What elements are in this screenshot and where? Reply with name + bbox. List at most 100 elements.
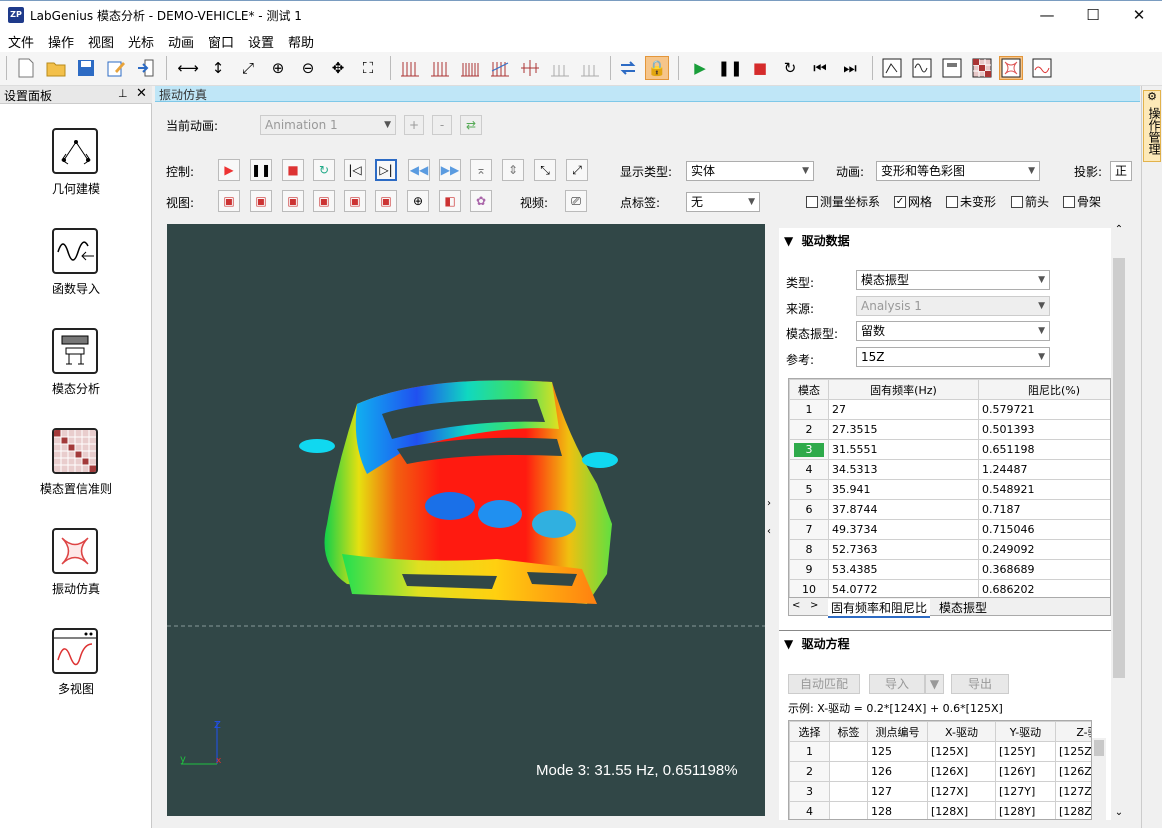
drive-equation-header[interactable]: ▼ 驱动方程 (784, 635, 850, 652)
cursor-disabled-icon[interactable] (548, 56, 572, 80)
skeleton-checkbox[interactable]: 骨架 (1063, 193, 1101, 210)
menu-window[interactable]: 窗口 (208, 32, 234, 51)
mac-tool-icon[interactable] (970, 56, 994, 80)
table-row[interactable]: 2126[126X][126Y][126Z] (789, 761, 1091, 782)
table-row[interactable]: 4128[128X][128Y][128Z] (789, 801, 1091, 819)
drive-data-header[interactable]: ▼ 驱动数据 (784, 232, 850, 249)
col-z-drive[interactable]: Z-驱 (1055, 721, 1091, 742)
collapse-right-icon[interactable]: › (767, 498, 771, 509)
panel-splitter[interactable] (766, 224, 778, 820)
menu-operate[interactable]: 操作 (48, 32, 74, 51)
nav-modal-analysis[interactable]: 模态分析 (0, 328, 152, 424)
fit-view-icon[interactable]: ⛶ (356, 56, 380, 80)
nav-vibration-sim[interactable]: 振动仿真 (0, 528, 152, 624)
pan-icon[interactable]: ✥ (326, 56, 350, 80)
import-dropdown-icon[interactable]: ▼ (925, 674, 944, 694)
stop-control-icon[interactable]: ■ (282, 159, 304, 181)
arrow-checkbox[interactable]: 箭头 (1011, 193, 1049, 210)
mode-shape-select[interactable]: 留数 ▼ (856, 321, 1050, 341)
projection-select[interactable]: 正 (1110, 161, 1132, 181)
remove-animation-button[interactable]: - (432, 115, 452, 135)
current-animation-select[interactable]: Animation 1 ▼ (260, 115, 396, 135)
decrease-amplitude-icon[interactable]: ⌅ (470, 159, 492, 181)
menu-help[interactable]: 帮助 (288, 32, 314, 51)
col-y-drive[interactable]: Y-驱动 (995, 721, 1056, 742)
undeformed-checkbox[interactable]: 未变形 (946, 193, 996, 210)
view-top-icon[interactable]: ▣ (344, 190, 366, 212)
col-label[interactable]: 标签 (829, 721, 868, 742)
col-mode[interactable]: 模态 (789, 379, 829, 400)
faster-control-icon[interactable]: ▶▶ (439, 159, 461, 181)
view-right-icon[interactable]: ▣ (313, 190, 335, 212)
first-frame-control-icon[interactable]: |◁ (344, 159, 366, 181)
refresh-animation-button[interactable]: ⇄ (460, 115, 482, 135)
equation-table[interactable]: 选择标签测点编号X-驱动Y-驱动Z-驱 1125[125X][125Y][125… (788, 720, 1092, 820)
function-tool-icon[interactable] (910, 56, 934, 80)
operation-manager-tab[interactable]: ⚙ 操作管理 (1143, 90, 1161, 162)
nav-mac[interactable]: 模态置信准则 (0, 428, 152, 524)
loop-control-icon[interactable]: ↻ (313, 159, 335, 181)
table-row[interactable]: 6 37.8744 0.7187 (789, 499, 1110, 520)
loop-icon[interactable]: ↻ (778, 56, 802, 80)
nav-function-import[interactable]: 函数导入 (0, 228, 152, 324)
scroll-thumb[interactable] (1113, 258, 1125, 678)
slower-control-icon[interactable]: ◀◀ (408, 159, 430, 181)
table-row[interactable]: 4 34.5313 1.24487 (789, 459, 1110, 480)
edit-icon[interactable] (104, 56, 128, 80)
view-color-icon[interactable]: ✿ (470, 190, 492, 212)
menu-animation[interactable]: 动画 (168, 32, 194, 51)
cross-cursor-icon[interactable] (518, 56, 542, 80)
nav-multi-view[interactable]: 多视图 (0, 628, 152, 724)
mode-table[interactable]: 模态 固有频率(Hz) 阻尼比(%) 1 27 0.579721 2 27.3515 0.5… (788, 378, 1111, 598)
close-button[interactable]: ✕ (1116, 0, 1162, 30)
display-type-select[interactable]: 实体 ▼ (686, 161, 814, 181)
equation-table-scrollbar[interactable] (1092, 738, 1106, 820)
table-row[interactable]: 5 35.941 0.548921 (789, 479, 1110, 500)
animation-type-select[interactable]: 变形和等色彩图 ▼ (876, 161, 1040, 181)
col-freq[interactable]: 固有频率(Hz) (828, 379, 979, 400)
table-row[interactable]: 2 27.3515 0.501393 (789, 419, 1110, 440)
tab-next-icon[interactable]: > (810, 600, 818, 611)
first-frame-icon[interactable]: ⏮ (808, 56, 832, 80)
measure-coord-checkbox[interactable]: 测量坐标系 (806, 193, 880, 210)
panel-close-icon[interactable]: ✕ (136, 86, 147, 101)
zoom-in-icon[interactable]: ⊕ (266, 56, 290, 80)
minimize-button[interactable]: — (1024, 0, 1070, 30)
col-select[interactable]: 选择 (789, 721, 830, 742)
grid-cursor-3-icon[interactable] (458, 56, 482, 80)
last-frame-control-icon[interactable]: ▷| (375, 159, 397, 181)
view-front-icon[interactable]: ▣ (218, 190, 240, 212)
grid-cursor-icon[interactable] (398, 56, 422, 80)
table-row[interactable]: 8 52.7363 0.249092 (789, 539, 1110, 560)
modal-tool-icon[interactable] (940, 56, 964, 80)
table-row[interactable]: 7 49.3734 0.715046 (789, 519, 1110, 540)
point-label-select[interactable]: 无 ▼ (686, 192, 760, 212)
table-row[interactable]: 10 54.0772 0.686202 (789, 579, 1110, 597)
export-button[interactable]: 导出 (951, 674, 1009, 694)
geometry-tool-icon[interactable] (880, 56, 904, 80)
table-row[interactable]: 1125[125X][125Y][125Z] (789, 741, 1091, 762)
col-point[interactable]: 测点编号 (867, 721, 928, 742)
zoom-out-icon[interactable]: ⊖ (296, 56, 320, 80)
menu-view[interactable]: 视图 (88, 32, 114, 51)
add-animation-button[interactable]: + (404, 115, 424, 135)
import-button[interactable]: 导入 (869, 674, 925, 694)
reference-select[interactable]: 15Z ▼ (856, 347, 1050, 367)
collapse-left-icon[interactable]: ‹ (767, 526, 771, 537)
shrink-icon[interactable]: ⤡ (534, 159, 556, 181)
measure-horizontal-icon[interactable]: ⟷ (176, 56, 200, 80)
scroll-up-icon[interactable]: ⌃ (1111, 224, 1127, 240)
stop-icon[interactable]: ■ (748, 56, 772, 80)
save-icon[interactable] (74, 56, 98, 80)
table-row[interactable]: 1 27 0.579721 (789, 399, 1110, 420)
panel-scrollbar[interactable]: ⌃ ⌄ (1111, 224, 1127, 820)
menu-cursor[interactable]: 光标 (128, 32, 154, 51)
nav-geometry[interactable]: 几何建模 (0, 128, 152, 224)
view-back-icon[interactable]: ▣ (250, 190, 272, 212)
menu-file[interactable]: 文件 (8, 32, 34, 51)
expand-icon[interactable]: ⤢ (566, 159, 588, 181)
view-center-icon[interactable]: ⊕ (407, 190, 429, 212)
view-bottom-icon[interactable]: ▣ (375, 190, 397, 212)
maximize-button[interactable]: ☐ (1070, 0, 1116, 30)
band-cursor-icon[interactable] (488, 56, 512, 80)
